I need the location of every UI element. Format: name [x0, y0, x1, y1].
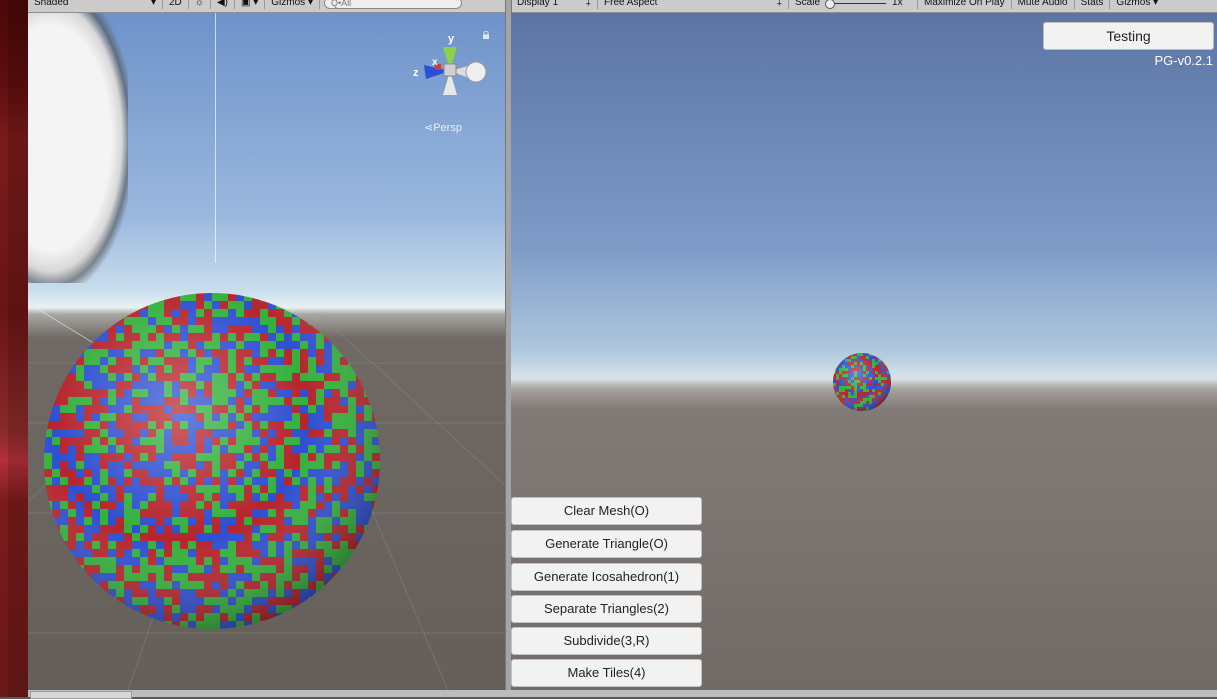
- version-label: PG-v0.2.1: [1154, 53, 1213, 68]
- chevron-down-icon: ‡: [776, 0, 782, 8]
- scene-toolbar: Shaded ▾ 2D ☼ ◀) ▣ ▾ Gizmos ▾ Q•All: [28, 0, 505, 13]
- bottom-tab-strip: [28, 690, 1217, 697]
- planet-preview-texture: [833, 353, 891, 411]
- display-label: Display 1: [517, 0, 559, 8]
- aspect-dropdown[interactable]: Free Aspect ‡: [598, 0, 789, 9]
- testing-button[interactable]: Testing: [1043, 22, 1214, 50]
- side-strip-shade: [8, 0, 28, 697]
- generate-icosahedron-button[interactable]: Generate Icosahedron(1): [511, 563, 702, 591]
- scene-view[interactable]: y x z ⋖Persp: [28, 13, 505, 690]
- scale-slider-handle[interactable]: [825, 0, 836, 9]
- gizmo-x-label: x: [432, 57, 438, 68]
- mute-audio-toggle[interactable]: Mute Audio: [1012, 0, 1075, 9]
- persp-arrow-icon: ⋖: [424, 122, 434, 134]
- scale-slider[interactable]: [825, 0, 887, 9]
- bottom-tab[interactable]: [30, 691, 132, 699]
- chevron-down-icon: ▾: [1153, 0, 1159, 8]
- chevron-down-icon: ▾: [307, 0, 313, 8]
- lock-icon[interactable]: [482, 31, 490, 39]
- y-axis-line: [215, 13, 216, 263]
- separate-triangles-button[interactable]: Separate Triangles(2): [511, 595, 702, 623]
- game-gizmos-label: Gizmos: [1116, 0, 1151, 8]
- shading-mode-dropdown[interactable]: Shaded ▾: [28, 0, 163, 9]
- editor-side-strip: [0, 0, 28, 697]
- scale-control[interactable]: Scale 1x: [789, 0, 918, 9]
- chevron-down-icon: ‡: [585, 0, 591, 8]
- shading-mode-label: Shaded: [34, 0, 69, 8]
- audio-toggle-icon[interactable]: ◀): [211, 0, 235, 9]
- planet-sphere-object[interactable]: [44, 293, 380, 629]
- planet-sphere-preview: [833, 353, 891, 411]
- scene-search-input[interactable]: Q•All: [323, 0, 462, 9]
- gizmo-z-label: z: [413, 67, 419, 79]
- aspect-label: Free Aspect: [604, 0, 658, 8]
- display-dropdown[interactable]: Display 1 ‡: [511, 0, 598, 9]
- game-view[interactable]: Testing PG-v0.2.1 Clear Mesh(O) Generate…: [511, 13, 1217, 690]
- scale-value: 1x: [892, 0, 903, 8]
- generate-triangle-button[interactable]: Generate Triangle(O): [511, 530, 702, 558]
- large-white-object[interactable]: [28, 13, 128, 283]
- maximize-on-play-toggle[interactable]: Maximize On Play: [918, 0, 1012, 9]
- lighting-toggle-icon[interactable]: ☼: [189, 0, 211, 9]
- game-toolbar: Display 1 ‡ Free Aspect ‡ Scale 1x Maximiz…: [511, 0, 1217, 13]
- scale-label: Scale: [795, 0, 821, 8]
- toggle-2d-button[interactable]: 2D: [163, 0, 189, 9]
- scene-gizmos-dropdown[interactable]: Gizmos ▾: [265, 0, 320, 9]
- projection-label[interactable]: ⋖Persp: [424, 121, 462, 134]
- planet-tile-texture: [44, 293, 380, 629]
- projection-text: Persp: [433, 122, 462, 134]
- scene-gizmos-label: Gizmos: [271, 0, 306, 8]
- gizmo-y-label: y: [448, 33, 455, 45]
- orientation-gizmo-icon[interactable]: y x z: [410, 27, 490, 107]
- make-tiles-button[interactable]: Make Tiles(4): [511, 659, 702, 687]
- game-gizmos-dropdown[interactable]: Gizmos ▾: [1110, 0, 1164, 9]
- stats-toggle[interactable]: Stats: [1075, 0, 1111, 9]
- clear-mesh-button[interactable]: Clear Mesh(O): [511, 497, 702, 525]
- subdivide-button[interactable]: Subdivide(3,R): [511, 627, 702, 655]
- effects-dropdown-icon[interactable]: ▣ ▾: [235, 0, 266, 9]
- chevron-down-icon: ▾: [150, 0, 156, 8]
